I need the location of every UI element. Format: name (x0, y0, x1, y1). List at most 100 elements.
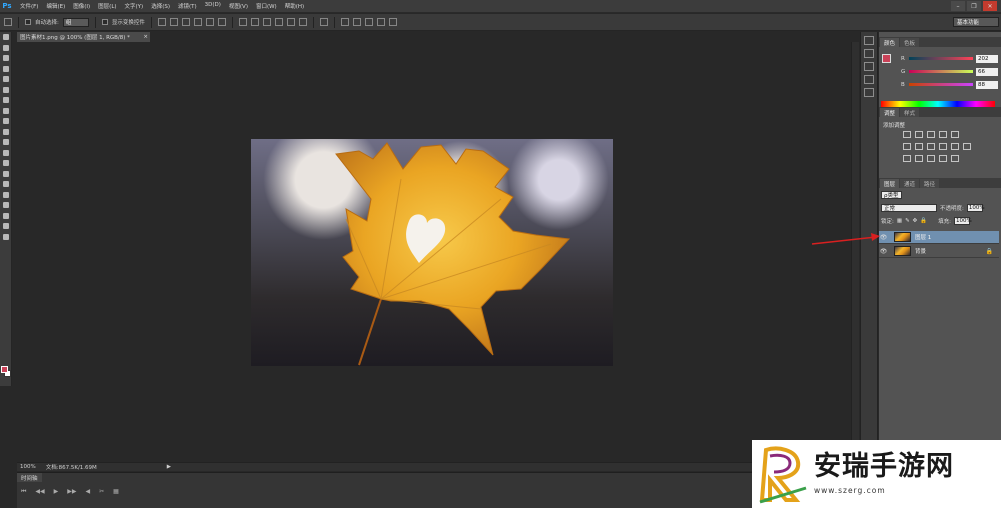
healing-tool[interactable] (0, 95, 12, 106)
distribute-hcenter-icon[interactable] (286, 18, 295, 26)
lasso-tool[interactable] (0, 53, 12, 64)
align-top-icon[interactable] (157, 18, 166, 26)
3d-roll-icon[interactable] (352, 18, 361, 26)
green-value[interactable]: 66 (976, 67, 998, 76)
audio-icon[interactable]: ◀ (86, 488, 91, 496)
status-menu-arrow-icon[interactable]: ▶ (167, 464, 171, 470)
tab-layers[interactable]: 图层 (880, 179, 900, 188)
eyedropper-tool[interactable] (0, 85, 12, 96)
align-right-icon[interactable] (217, 18, 226, 26)
document-image[interactable] (251, 139, 613, 366)
3d-pan-icon[interactable] (364, 18, 373, 26)
blend-mode-dropdown[interactable]: 正常 (881, 203, 937, 212)
dodge-tool[interactable] (0, 169, 12, 180)
align-left-icon[interactable] (193, 18, 202, 26)
menu-3d[interactable]: 3D(D) (205, 2, 221, 10)
menu-edit[interactable]: 编辑(E) (46, 2, 65, 10)
layer-row-layer1[interactable]: 👁 图层 1 (879, 231, 999, 244)
auto-align-icon[interactable] (319, 18, 328, 26)
vibrance-icon[interactable] (951, 131, 959, 138)
foreground-color-swatch[interactable] (1, 366, 8, 373)
green-slider[interactable] (909, 70, 973, 73)
properties-panel-icon[interactable] (864, 62, 874, 71)
timeline-tab[interactable]: 时间轴 (17, 473, 42, 482)
eraser-tool[interactable] (0, 137, 12, 148)
exposure-icon[interactable] (939, 131, 947, 138)
tab-styles[interactable]: 样式 (900, 108, 920, 117)
invert-icon[interactable] (903, 155, 911, 162)
visibility-eye-icon[interactable]: 👁 (879, 248, 888, 255)
menu-help[interactable]: 帮助(H) (285, 2, 304, 10)
align-bottom-icon[interactable] (181, 18, 190, 26)
foreground-color-chip[interactable] (882, 54, 891, 63)
minimize-button[interactable]: – (951, 1, 965, 11)
hue-saturation-icon[interactable] (903, 143, 911, 150)
selective-color-icon[interactable] (951, 155, 959, 162)
threshold-icon[interactable] (927, 155, 935, 162)
auto-select-checkbox[interactable] (25, 19, 31, 25)
layer-kind-dropdown[interactable]: ρ类型 (881, 190, 902, 199)
history-panel-icon[interactable] (864, 36, 874, 45)
layer-name[interactable]: 图层 1 (915, 233, 931, 241)
zoom-tool[interactable] (0, 232, 12, 243)
distribute-vcenter-icon[interactable] (250, 18, 259, 26)
menu-image[interactable]: 图像(I) (73, 2, 90, 10)
transition-icon[interactable]: ▦ (113, 488, 119, 496)
curves-icon[interactable] (927, 131, 935, 138)
paragraph-panel-icon[interactable] (864, 88, 874, 97)
align-vcenter-icon[interactable] (169, 18, 178, 26)
menu-layer[interactable]: 图层(L) (98, 2, 116, 10)
red-slider[interactable] (909, 57, 973, 60)
3d-slide-icon[interactable] (376, 18, 385, 26)
marquee-tool[interactable] (0, 43, 12, 54)
3d-rotate-icon[interactable] (340, 18, 349, 26)
color-balance-icon[interactable] (915, 143, 923, 150)
play-icon[interactable]: ▶ (54, 488, 59, 496)
fill-input[interactable]: 100% (954, 216, 972, 225)
vertical-scrollbar[interactable] (851, 42, 859, 460)
shape-tool[interactable] (0, 211, 12, 222)
actions-panel-icon[interactable] (864, 49, 874, 58)
menu-type[interactable]: 文字(Y) (125, 2, 144, 10)
visibility-eye-icon[interactable]: 👁 (879, 234, 888, 241)
show-transform-checkbox[interactable] (101, 19, 108, 25)
distribute-bottom-icon[interactable] (262, 18, 271, 26)
color-lookup-icon[interactable] (963, 143, 971, 150)
history-brush-tool[interactable] (0, 127, 12, 138)
align-hcenter-icon[interactable] (205, 18, 214, 26)
lock-brush-icon[interactable]: ✎ (905, 218, 910, 224)
red-value[interactable]: 202 (976, 54, 998, 63)
lock-move-icon[interactable]: ✥ (913, 218, 918, 224)
layer-name[interactable]: 背景 (915, 247, 926, 255)
black-white-icon[interactable] (927, 143, 935, 150)
tab-color[interactable]: 颜色 (880, 38, 900, 47)
move-tool-icon[interactable] (4, 18, 12, 26)
menu-window[interactable]: 窗口(W) (256, 2, 277, 10)
distribute-left-icon[interactable] (274, 18, 283, 26)
quick-select-tool[interactable] (0, 64, 12, 75)
document-tab[interactable]: 图片素材1.png @ 100% (图层 1, RGB/8) * × (17, 32, 150, 42)
crop-tool[interactable] (0, 74, 12, 85)
next-frame-icon[interactable]: ▶▶ (67, 488, 76, 496)
hand-tool[interactable] (0, 221, 12, 232)
workspace-dropdown[interactable]: 基本功能 (953, 17, 999, 27)
restore-button[interactable]: ❐ (967, 1, 981, 11)
split-icon[interactable]: ✂ (99, 488, 104, 496)
menu-filter[interactable]: 滤镜(T) (178, 2, 197, 10)
close-document-icon[interactable]: × (143, 34, 148, 40)
tab-channels[interactable]: 通道 (900, 179, 920, 188)
brightness-icon[interactable] (903, 131, 911, 138)
levels-icon[interactable] (915, 131, 923, 138)
tab-paths[interactable]: 路径 (920, 179, 940, 188)
pen-tool[interactable] (0, 179, 12, 190)
distribute-right-icon[interactable] (298, 18, 307, 26)
move-tool[interactable] (0, 32, 12, 43)
type-tool[interactable] (0, 190, 12, 201)
tab-adjustments[interactable]: 调整 (880, 108, 900, 117)
tab-swatches[interactable]: 色板 (900, 38, 920, 47)
layer-row-background[interactable]: 👁 背景 🔒 (879, 245, 999, 258)
lock-pixels-icon[interactable]: ▦ (897, 218, 902, 224)
posterize-icon[interactable] (915, 155, 923, 162)
photo-filter-icon[interactable] (939, 143, 947, 150)
zoom-level[interactable]: 100% (20, 464, 36, 470)
